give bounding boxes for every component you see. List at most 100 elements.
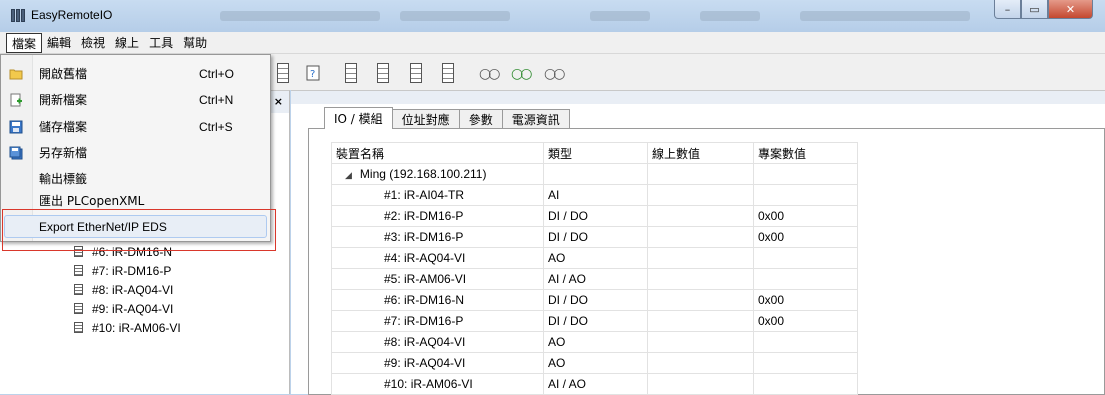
connect-icon[interactable]: ○○ bbox=[511, 66, 533, 82]
cell-project[interactable]: 0x00 bbox=[753, 205, 858, 227]
cell-type: DI / DO bbox=[543, 310, 648, 332]
cell-online[interactable] bbox=[647, 247, 754, 269]
tab-bar: IO / 模組 位址對應 參數 電源資訊 bbox=[324, 107, 570, 129]
table-row[interactable]: #4: iR-AQ04-VI AO bbox=[331, 247, 858, 269]
tree-item[interactable]: #8: iR-AQ04-VI bbox=[74, 280, 173, 299]
blurred-background bbox=[590, 11, 650, 21]
menu-help[interactable]: 幫助 bbox=[178, 33, 212, 53]
cell-project[interactable]: 0x00 bbox=[753, 289, 858, 311]
blurred-background bbox=[400, 11, 510, 21]
collapse-icon[interactable]: ◢ bbox=[345, 170, 352, 181]
window-title: EasyRemoteIO bbox=[31, 8, 113, 22]
cell-online[interactable] bbox=[647, 352, 754, 374]
menu-bar: 檔案 編輯 檢視 線上 工具 幫助 bbox=[0, 32, 1105, 54]
cell-type: AO bbox=[543, 352, 648, 374]
close-button[interactable]: ✕ bbox=[1048, 0, 1093, 19]
module-icon bbox=[74, 303, 83, 314]
menu-item-save[interactable]: 儲存檔案 Ctrl+S bbox=[1, 115, 270, 138]
blurred-background bbox=[700, 11, 760, 21]
insert-module-icon[interactable] bbox=[377, 63, 389, 83]
tree-item[interactable]: #10: iR-AM06-VI bbox=[74, 318, 181, 337]
panel-header-strip bbox=[291, 91, 1105, 104]
table-row[interactable]: #6: iR-DM16-N DI / DO 0x00 bbox=[331, 289, 858, 311]
col-online-value[interactable]: 線上數值 bbox=[647, 142, 754, 164]
col-type[interactable]: 類型 bbox=[543, 142, 648, 164]
table-row[interactable]: #1: iR-AI04-TR AI bbox=[331, 184, 858, 206]
menu-view[interactable]: 檢視 bbox=[76, 33, 110, 53]
cell-online[interactable] bbox=[647, 373, 754, 395]
cell-name: #5: iR-AM06-VI bbox=[331, 268, 544, 290]
table-row[interactable]: #10: iR-AM06-VI AI / AO bbox=[331, 373, 858, 395]
tree-item[interactable]: #7: iR-DM16-P bbox=[74, 261, 171, 280]
table-row[interactable]: #9: iR-AQ04-VI AO bbox=[331, 352, 858, 374]
blurred-background bbox=[220, 11, 380, 21]
menu-edit[interactable]: 編輯 bbox=[42, 33, 76, 53]
table-header-row: 裝置名稱 類型 線上數值 專案數值 bbox=[331, 142, 858, 164]
menu-item-new[interactable]: 開新檔案 Ctrl+N bbox=[1, 88, 270, 111]
link-icon[interactable]: ○○ bbox=[479, 66, 501, 82]
title-bar: EasyRemoteIO – ▭ ✕ bbox=[0, 0, 1105, 32]
table-row[interactable]: #2: iR-DM16-P DI / DO 0x00 bbox=[331, 205, 858, 227]
cell-online[interactable] bbox=[647, 226, 754, 248]
cell-project[interactable] bbox=[753, 331, 858, 353]
cell-project[interactable] bbox=[753, 184, 858, 206]
tab-parameters[interactable]: 參數 bbox=[458, 109, 503, 129]
cell-type: AI / AO bbox=[543, 373, 648, 395]
remove-module-icon[interactable] bbox=[442, 63, 454, 83]
menu-item-export-tags[interactable]: 輸出標籤 bbox=[1, 167, 270, 190]
cell-type: DI / DO bbox=[543, 205, 648, 227]
minimize-button[interactable]: – bbox=[994, 0, 1021, 19]
menu-item-open[interactable]: 開啟舊檔 Ctrl+O bbox=[1, 62, 270, 85]
group-name: Ming (192.168.100.211) bbox=[359, 167, 487, 181]
add-module-icon[interactable] bbox=[345, 63, 357, 83]
menu-file[interactable]: 檔案 bbox=[6, 32, 43, 53]
menu-online[interactable]: 線上 bbox=[110, 33, 144, 53]
cell-type: DI / DO bbox=[543, 226, 648, 248]
new-file-icon bbox=[10, 93, 22, 106]
cell-online[interactable] bbox=[647, 289, 754, 311]
cell-project[interactable]: 0x00 bbox=[753, 310, 858, 332]
cell-name: #6: iR-DM16-N bbox=[331, 289, 544, 311]
tab-io-module[interactable]: IO / 模組 bbox=[324, 107, 393, 129]
maximize-button[interactable]: ▭ bbox=[1021, 0, 1048, 19]
blurred-background bbox=[800, 11, 970, 21]
highlight-box bbox=[2, 209, 276, 251]
cell-online[interactable] bbox=[647, 331, 754, 353]
menu-item-save-as[interactable]: 另存新檔 bbox=[1, 141, 270, 164]
tab-power-info[interactable]: 電源資訊 bbox=[501, 109, 570, 129]
cell-name: #3: iR-DM16-P bbox=[331, 226, 544, 248]
cell-name: #8: iR-AQ04-VI bbox=[331, 331, 544, 353]
cell-type: DI / DO bbox=[543, 289, 648, 311]
cell-project[interactable] bbox=[753, 352, 858, 374]
cell-name: #7: iR-DM16-P bbox=[331, 310, 544, 332]
tab-address-map[interactable]: 位址對應 bbox=[391, 109, 460, 129]
cell-project[interactable] bbox=[753, 373, 858, 395]
table-row[interactable]: #7: iR-DM16-P DI / DO 0x00 bbox=[331, 310, 858, 332]
cell-online[interactable] bbox=[647, 184, 754, 206]
cell-online[interactable] bbox=[647, 205, 754, 227]
col-device-name[interactable]: 裝置名稱 bbox=[331, 142, 544, 164]
cell-online[interactable] bbox=[647, 268, 754, 290]
cell-project[interactable] bbox=[753, 247, 858, 269]
cell-online[interactable] bbox=[647, 310, 754, 332]
help-icon[interactable]: ? bbox=[305, 64, 323, 82]
cell-type: AI bbox=[543, 184, 648, 206]
table-row[interactable]: #5: iR-AM06-VI AI / AO bbox=[331, 268, 858, 290]
menu-tools[interactable]: 工具 bbox=[144, 33, 178, 53]
cell-project[interactable] bbox=[753, 268, 858, 290]
cell-project[interactable]: 0x00 bbox=[753, 226, 858, 248]
cell-type: AO bbox=[543, 247, 648, 269]
save-as-icon bbox=[9, 146, 23, 159]
col-project-value[interactable]: 專案數值 bbox=[753, 142, 858, 164]
disconnect-icon[interactable]: ○○ bbox=[544, 66, 566, 82]
cell-type: AO bbox=[543, 331, 648, 353]
toolbar-module-icon[interactable] bbox=[277, 63, 289, 83]
cell-type: AI / AO bbox=[543, 268, 648, 290]
table-row[interactable]: #3: iR-DM16-P DI / DO 0x00 bbox=[331, 226, 858, 248]
cell-name: #4: iR-AQ04-VI bbox=[331, 247, 544, 269]
module-icon bbox=[74, 322, 83, 333]
append-module-icon[interactable] bbox=[410, 63, 422, 83]
table-group-row[interactable]: ◢ Ming (192.168.100.211) bbox=[331, 163, 858, 185]
tree-item[interactable]: #9: iR-AQ04-VI bbox=[74, 299, 173, 318]
table-row[interactable]: #8: iR-AQ04-VI AO bbox=[331, 331, 858, 353]
